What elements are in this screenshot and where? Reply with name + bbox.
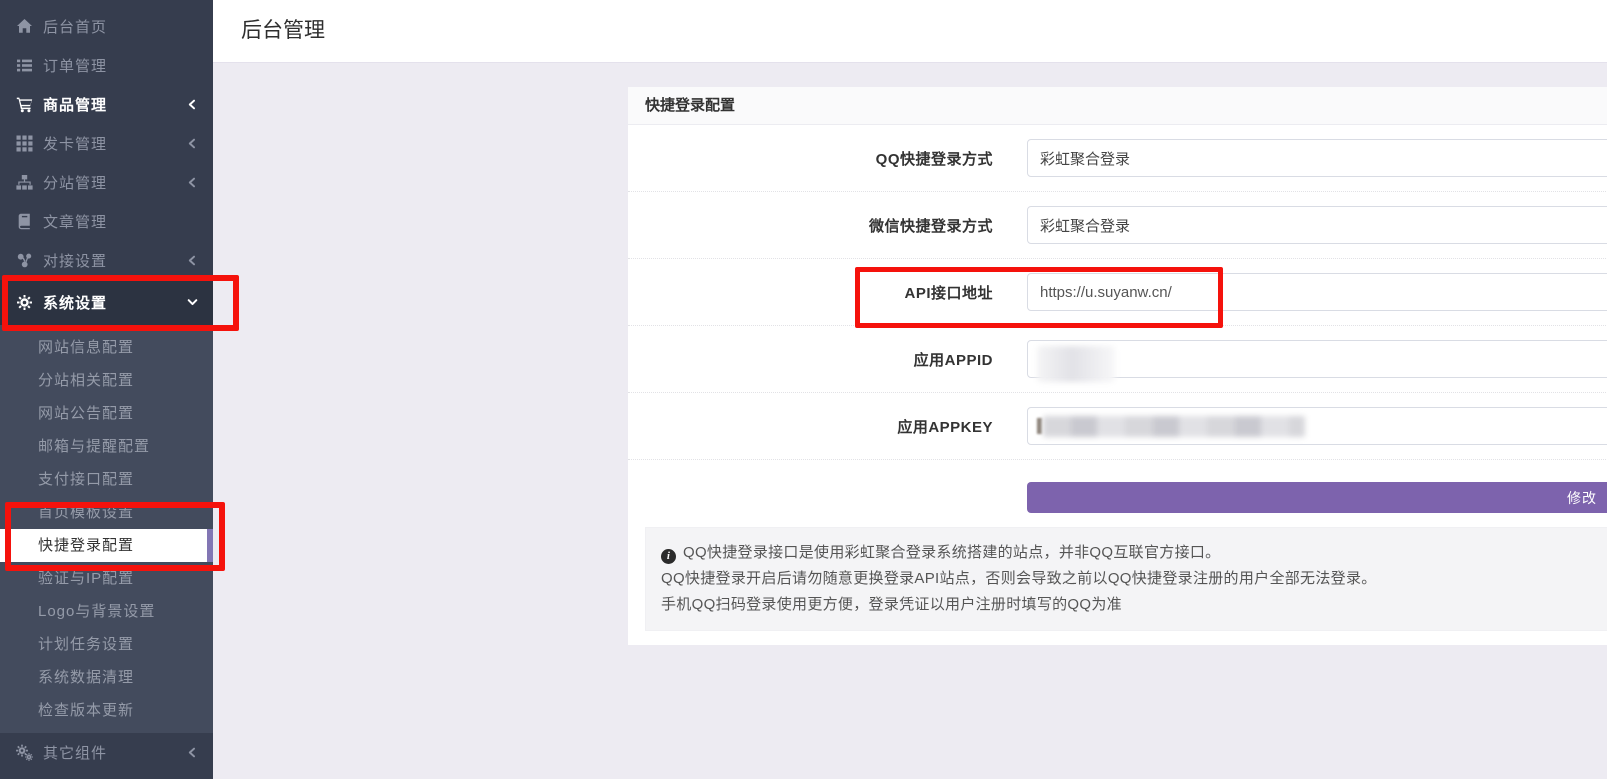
sidebar-item-orders[interactable]: 订单管理: [0, 46, 213, 85]
sidebar-item-cards[interactable]: 发卡管理: [0, 124, 213, 163]
cart-icon: [14, 96, 34, 113]
quick-login-config-panel: 快捷登录配置 QQ快捷登录方式 微信快捷登录方式 API接口地址 应用APPID: [628, 87, 1607, 645]
sidebar-item-label: 其它组件: [43, 742, 186, 763]
appkey-input[interactable]: [1027, 407, 1607, 445]
form-row-qq-login-mode: QQ快捷登录方式: [628, 125, 1607, 192]
sidebar-item-label: 后台首页: [43, 16, 199, 37]
sidebar-item-label: 系统设置: [43, 292, 186, 313]
submenu-item-verify-ip[interactable]: 验证与IP配置: [0, 562, 213, 595]
submenu-item-payment[interactable]: 支付接口配置: [0, 463, 213, 496]
field-label: 微信快捷登录方式: [628, 215, 1027, 236]
chevron-left-icon: [186, 176, 199, 189]
share-icon: [14, 252, 34, 269]
modify-button[interactable]: 修改: [1027, 482, 1607, 513]
sidebar-item-label: 对接设置: [43, 250, 186, 271]
input-wrap: [1027, 273, 1607, 311]
appid-input[interactable]: [1027, 340, 1607, 378]
sidebar: 后台首页 订单管理 商品管理 发卡管理 分站管理: [0, 0, 213, 779]
grid-icon: [14, 135, 34, 152]
book-icon: [14, 213, 34, 230]
sidebar-item-label: 订单管理: [43, 55, 199, 76]
submenu-item-check-update[interactable]: 检查版本更新: [0, 694, 213, 727]
form-row-api-url: API接口地址: [628, 259, 1607, 326]
sidebar-item-label: 发卡管理: [43, 133, 186, 154]
sitemap-icon: [14, 174, 34, 191]
sidebar-item-articles[interactable]: 文章管理: [0, 202, 213, 241]
field-label: 应用APPKEY: [628, 416, 1027, 437]
sidebar-item-products[interactable]: 商品管理: [0, 85, 213, 124]
submenu-item-substation[interactable]: 分站相关配置: [0, 364, 213, 397]
gear-icon: [14, 294, 34, 311]
form-row-appid: 应用APPID: [628, 326, 1607, 393]
api-url-input[interactable]: [1027, 273, 1607, 311]
sidebar-item-dashboard[interactable]: 后台首页: [0, 7, 213, 46]
submenu-item-announcement[interactable]: 网站公告配置: [0, 397, 213, 430]
input-wrap: [1027, 139, 1607, 177]
top-header: 后台管理: [213, 0, 1607, 63]
submenu-item-data-cleanup[interactable]: 系统数据清理: [0, 661, 213, 694]
system-settings-submenu: 网站信息配置 分站相关配置 网站公告配置 邮箱与提醒配置 支付接口配置 首页模板…: [0, 325, 213, 733]
submenu-item-logo-background[interactable]: Logo与背景设置: [0, 595, 213, 628]
page-title: 后台管理: [213, 0, 1607, 62]
submenu-item-mail-reminder[interactable]: 邮箱与提醒配置: [0, 430, 213, 463]
input-wrap: [1027, 407, 1607, 445]
panel-title: 快捷登录配置: [628, 87, 1607, 125]
sidebar-item-system-settings[interactable]: 系统设置: [0, 280, 213, 325]
sidebar-item-substations[interactable]: 分站管理: [0, 163, 213, 202]
sidebar-item-label: 分站管理: [43, 172, 186, 193]
input-wrap: [1027, 340, 1607, 378]
list-icon: [14, 57, 34, 74]
form-row-appkey: 应用APPKEY: [628, 393, 1607, 460]
chevron-left-icon: [186, 137, 199, 150]
chevron-left-icon: [186, 254, 199, 267]
submenu-item-homepage-template[interactable]: 首页模板设置: [0, 496, 213, 529]
submenu-item-site-info[interactable]: 网站信息配置: [0, 331, 213, 364]
sidebar-item-other-components[interactable]: 其它组件: [0, 733, 213, 772]
gears-icon: [14, 744, 34, 761]
field-label: QQ快捷登录方式: [628, 148, 1027, 169]
chevron-left-icon: [186, 98, 199, 111]
qq-login-mode-select[interactable]: [1027, 139, 1607, 177]
form-row-wechat-login-mode: 微信快捷登录方式: [628, 192, 1607, 259]
notice-text: QQ快捷登录接口是使用彩虹聚合登录系统搭建的站点，并非QQ互联官方接口。: [683, 544, 1220, 561]
sidebar-item-integration[interactable]: 对接设置: [0, 241, 213, 280]
sidebar-item-label: 文章管理: [43, 211, 199, 232]
notice-box: i QQ快捷登录接口是使用彩虹聚合登录系统搭建的站点，并非QQ互联官方接口。 QQ…: [645, 527, 1607, 631]
chevron-down-icon: [186, 296, 199, 309]
sidebar-item-label: 商品管理: [43, 94, 186, 115]
home-icon: [14, 18, 34, 35]
submit-row: 修改: [628, 460, 1607, 527]
chevron-left-icon: [186, 746, 199, 759]
submenu-item-quick-login[interactable]: 快捷登录配置: [0, 529, 213, 562]
submenu-item-scheduled-tasks[interactable]: 计划任务设置: [0, 628, 213, 661]
wechat-login-mode-select[interactable]: [1027, 206, 1607, 244]
notice-line: 手机QQ扫码登录使用更方便，登录凭证以用户注册时填写的QQ为准: [661, 592, 1607, 618]
panel-body: QQ快捷登录方式 微信快捷登录方式 API接口地址 应用APPID: [628, 125, 1607, 631]
input-wrap: [1027, 206, 1607, 244]
notice-line: QQ快捷登录开启后请勿随意更换登录API站点，否则会导致之前以QQ快捷登录注册的…: [661, 566, 1607, 592]
notice-line: i QQ快捷登录接口是使用彩虹聚合登录系统搭建的站点，并非QQ互联官方接口。: [661, 540, 1607, 566]
info-circle-icon: i: [661, 549, 676, 564]
field-label: API接口地址: [628, 282, 1027, 303]
field-label: 应用APPID: [628, 349, 1027, 370]
